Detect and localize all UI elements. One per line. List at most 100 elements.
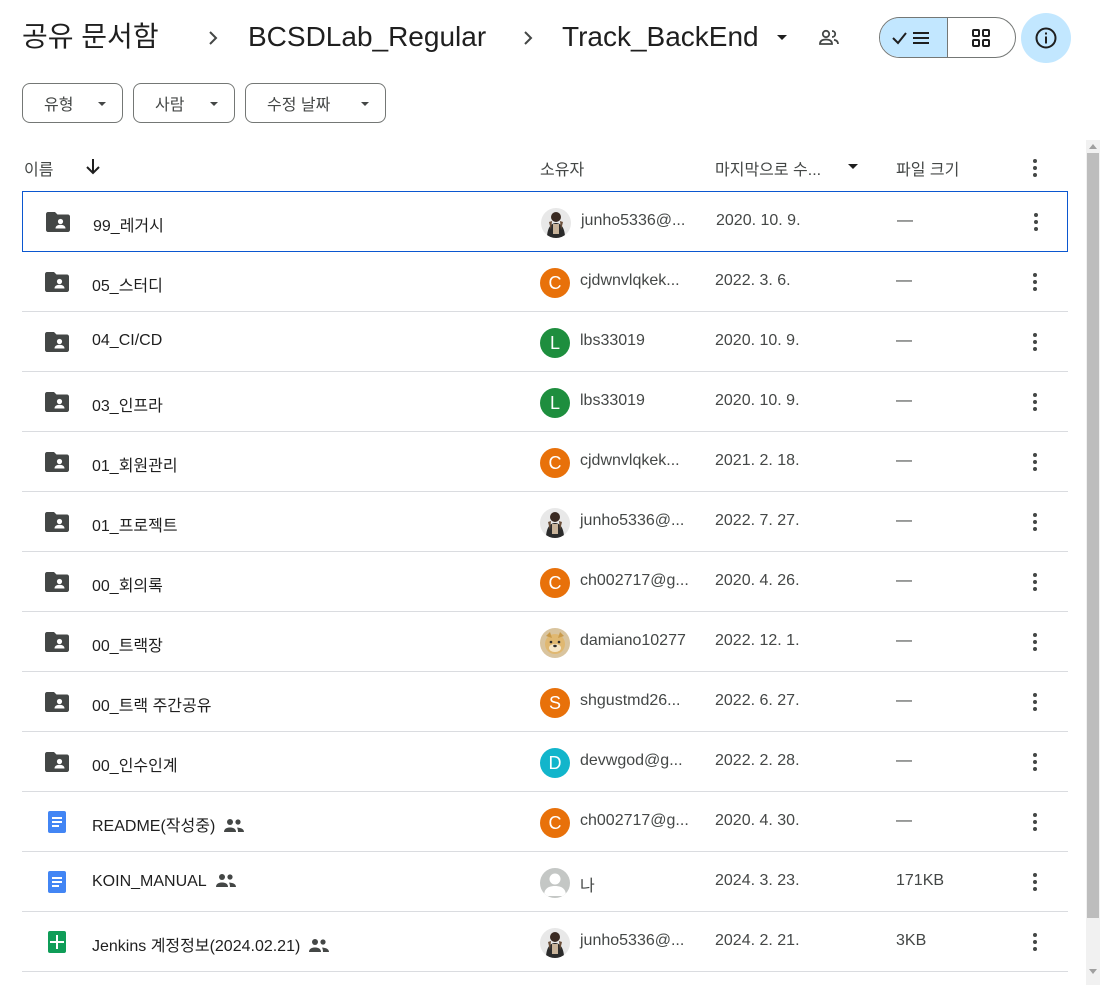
column-name[interactable]: 이름 xyxy=(24,156,53,180)
file-size: — xyxy=(896,632,912,649)
filter-type-chip[interactable]: 유형 xyxy=(22,83,123,123)
chevron-right-icon xyxy=(518,26,538,50)
table-row[interactable]: 00_인수인계 Ddevwgod@g... 2022. 2. 28. — xyxy=(22,732,1068,792)
owner-name: junho5336@... xyxy=(580,512,685,529)
dropdown-arrow-icon xyxy=(361,102,369,106)
table-row[interactable]: Jenkins 계정정보(2024.02.21) junho5336@... 202… xyxy=(22,912,1068,972)
more-vertical-icon[interactable] xyxy=(1025,156,1045,185)
file-name: 04_CI/CD xyxy=(92,332,162,350)
file-size: — xyxy=(897,212,913,229)
more-vertical-icon[interactable] xyxy=(1025,270,1045,294)
avatar: L xyxy=(540,328,570,358)
file-name-text: 00_회의록 xyxy=(92,578,163,595)
shared-folder-icon xyxy=(44,510,70,534)
file-list: 99_레거시 junho5336@... 2020. 10. 9. — 05_스터디 Cc… xyxy=(22,191,1068,972)
owner-name: lbs33019 xyxy=(580,332,645,349)
more-vertical-icon[interactable] xyxy=(1025,510,1045,534)
shared-people-icon[interactable] xyxy=(817,26,841,50)
sort-arrow-down-icon[interactable] xyxy=(84,157,102,180)
table-row[interactable]: 05_스터디 Ccjdwnvlqkek... 2022. 3. 6. — xyxy=(22,252,1068,312)
more-vertical-icon[interactable] xyxy=(1025,570,1045,594)
more-vertical-icon[interactable] xyxy=(1025,870,1045,894)
table-row[interactable]: 04_CI/CD Llbs33019 2020. 10. 9. — xyxy=(22,312,1068,372)
shared-folder-icon xyxy=(44,450,70,474)
more-vertical-icon[interactable] xyxy=(1025,810,1045,834)
table-row[interactable]: KOIN_MANUAL 나 2024. 3. 23. 171KB xyxy=(22,852,1068,912)
grid-view-button[interactable] xyxy=(948,18,1016,57)
google-docs-icon xyxy=(44,810,70,834)
avatar-letter: C xyxy=(548,452,562,473)
file-size: 3KB xyxy=(896,932,927,949)
table-row[interactable]: 00_회의록 Cch002717@g... 2020. 4. 26. — xyxy=(22,552,1068,612)
avatar-letter: D xyxy=(548,752,562,773)
more-vertical-icon[interactable] xyxy=(1025,690,1045,714)
file-size: — xyxy=(896,452,912,469)
shared-folder-icon xyxy=(44,630,70,654)
breadcrumb-root[interactable]: 공유 문서함 xyxy=(22,18,159,56)
filter-label: 사람 xyxy=(155,97,185,114)
more-vertical-icon[interactable] xyxy=(1025,330,1045,354)
avatar: C xyxy=(540,568,570,598)
modified-date: 2022. 12. 1. xyxy=(715,632,800,649)
table-row[interactable]: 01_프로젝트 junho5336@... 2022. 7. 27. — xyxy=(22,492,1068,552)
file-size: 171KB xyxy=(896,872,945,889)
shared-folder-icon xyxy=(45,210,71,234)
avatar xyxy=(541,208,571,238)
details-info-button[interactable] xyxy=(1021,13,1071,63)
file-name-text: 00_인수인계 xyxy=(92,758,178,775)
more-vertical-icon[interactable] xyxy=(1025,390,1045,414)
scrollbar-thumb[interactable] xyxy=(1087,153,1099,918)
breadcrumb-parent[interactable]: BCSDLab_Regular xyxy=(248,18,486,56)
file-name: 01_회원관리 xyxy=(92,452,178,476)
shared-folder-icon xyxy=(44,570,70,594)
google-docs-icon xyxy=(44,870,70,894)
file-name-text: Jenkins 계정정보(2024.02.21) xyxy=(92,938,301,955)
column-owner[interactable]: 소유자 xyxy=(540,156,584,180)
shared-folder-icon xyxy=(44,690,70,714)
modified-date: 2020. 4. 26. xyxy=(715,572,800,589)
file-name-text: 05_스터디 xyxy=(92,278,163,295)
filter-modified-chip[interactable]: 수정 날짜 xyxy=(245,83,386,123)
modified-date: 2022. 3. 6. xyxy=(715,272,791,289)
more-vertical-icon[interactable] xyxy=(1025,450,1045,474)
shared-folder-icon xyxy=(44,750,70,774)
modified-date: 2020. 10. 9. xyxy=(716,212,801,229)
list-view-button[interactable] xyxy=(880,18,948,57)
table-row[interactable]: 00_트랙 주간공유 Sshgustmd26... 2022. 6. 27. — xyxy=(22,672,1068,732)
table-row[interactable]: 99_레거시 junho5336@... 2020. 10. 9. — xyxy=(22,191,1068,252)
shared-folder-icon xyxy=(44,390,70,414)
file-name: 03_인프라 xyxy=(92,392,163,416)
table-row[interactable]: 01_회원관리 Ccjdwnvlqkek... 2021. 2. 18. — xyxy=(22,432,1068,492)
table-row[interactable]: 00_트랙장 damiano10277 2022. 12. 1. — xyxy=(22,612,1068,672)
modified-date: 2020. 4. 30. xyxy=(715,812,800,829)
file-name: 01_프로젝트 xyxy=(92,512,178,536)
avatar xyxy=(540,628,570,658)
header: 공유 문서함 BCSDLab_Regular Track_BackEnd xyxy=(0,0,1100,76)
file-name-text: 01_회원관리 xyxy=(92,458,178,475)
avatar-letter: C xyxy=(548,272,562,293)
scroll-up-arrow-icon[interactable] xyxy=(1088,142,1098,150)
scroll-down-arrow-icon[interactable] xyxy=(1088,968,1098,976)
owner-name: cjdwnvlqkek... xyxy=(580,452,680,469)
column-modified[interactable]: 마지막으로 수... xyxy=(715,156,821,180)
avatar-letter: C xyxy=(548,572,562,593)
table-row[interactable]: README(작성중) Cch002717@g... 2020. 4. 30. — xyxy=(22,792,1068,852)
more-vertical-icon[interactable] xyxy=(1025,630,1045,654)
folder-menu-caret-icon[interactable] xyxy=(772,27,792,47)
shared-folder-icon xyxy=(44,330,70,354)
breadcrumb-current[interactable]: Track_BackEnd xyxy=(562,18,759,56)
avatar: C xyxy=(540,808,570,838)
google-sheets-icon xyxy=(44,930,70,954)
filter-people-chip[interactable]: 사람 xyxy=(133,83,235,123)
sort-caret-icon[interactable] xyxy=(845,159,861,180)
more-vertical-icon[interactable] xyxy=(1025,930,1045,954)
table-row[interactable]: 03_인프라 Llbs33019 2020. 10. 9. — xyxy=(22,372,1068,432)
column-size[interactable]: 파일 크기 xyxy=(896,156,959,180)
more-vertical-icon[interactable] xyxy=(1025,750,1045,774)
file-name: 99_레거시 xyxy=(93,212,164,236)
avatar: L xyxy=(540,388,570,418)
file-size: — xyxy=(896,692,912,709)
more-vertical-icon[interactable] xyxy=(1026,210,1046,234)
file-size: — xyxy=(896,512,912,529)
modified-date: 2020. 10. 9. xyxy=(715,332,800,349)
